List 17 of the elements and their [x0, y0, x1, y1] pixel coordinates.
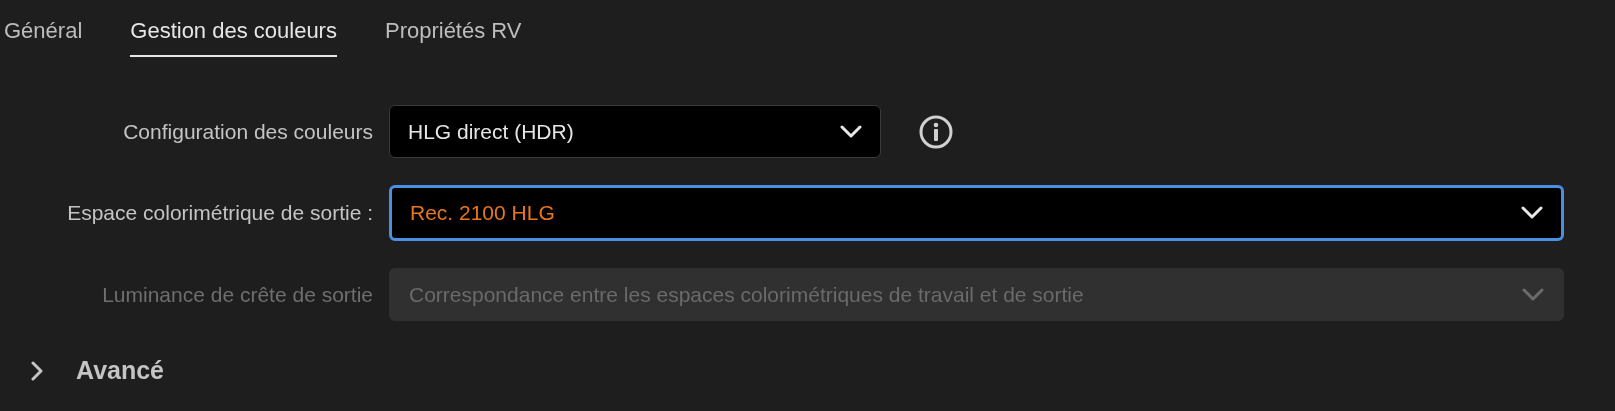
chevron-down-icon [1522, 287, 1544, 302]
dropdown-value: Correspondance entre les espaces colorimétriques de travail et de sortie [409, 281, 1084, 308]
dropdown[interactable]: HLG direct (HDR) [389, 105, 881, 158]
advanced-section-toggle[interactable]: Avancé [30, 352, 164, 390]
tab[interactable]: Gestion des couleurs [130, 14, 337, 57]
tab[interactable]: Général [4, 14, 83, 57]
field-label: Configuration des couleurs [122, 118, 374, 145]
tab[interactable]: Propriétés RV [384, 14, 522, 57]
dropdown-value: HLG direct (HDR) [408, 118, 574, 145]
field-label: Espace colorimétrique de sortie : [66, 200, 374, 227]
dropdown-value: Rec. 2100 HLG [410, 200, 555, 227]
info-icon[interactable] [919, 114, 953, 149]
field-label: Luminance de crête de sortie [101, 281, 374, 308]
dropdown[interactable]: Rec. 2100 HLG [389, 185, 1564, 241]
chevron-right-icon [30, 360, 44, 381]
chevron-down-icon [1521, 206, 1543, 220]
chevron-down-icon [840, 124, 862, 139]
